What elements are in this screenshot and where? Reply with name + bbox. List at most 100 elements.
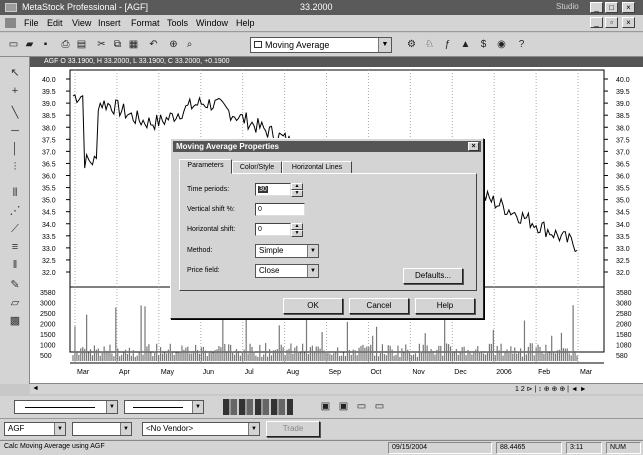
symbol-select[interactable]: AGF ▼ (4, 422, 66, 436)
price-field-select[interactable]: Close ▼ (255, 264, 319, 278)
zoom-icon[interactable]: ⌕ (182, 37, 197, 52)
new-icon[interactable]: ▭ (6, 37, 21, 52)
menu-window[interactable]: Window (196, 18, 228, 28)
binoculars-icon[interactable]: ◉ (494, 37, 509, 52)
system-tester-icon[interactable]: $ (476, 37, 491, 52)
time-periods-input[interactable]: 30 (255, 183, 291, 196)
cancel-button[interactable]: Cancel (349, 298, 409, 314)
tab-parameters[interactable]: Parameters (179, 159, 232, 174)
period-select[interactable]: ▼ (72, 422, 132, 436)
price-tick-label: 33.0 (616, 246, 630, 253)
line-weight-select[interactable]: ▼ (124, 400, 204, 414)
doc-minimize-button[interactable]: _ (590, 17, 603, 28)
explorer-icon[interactable]: ▲ (458, 37, 473, 52)
symbol-value: AGF (8, 424, 25, 433)
month-label: Apr (119, 369, 131, 376)
save-icon[interactable]: ▪ (38, 37, 53, 52)
tile-icon[interactable]: ▭ (354, 399, 369, 414)
chevron-down-icon: ▼ (307, 265, 318, 277)
indicator-icon (254, 41, 262, 48)
chart-scrollbar[interactable]: ◄ 1 2 ⊳ | ↕ ⊕ ⊕ ⊕ | ◄ ► (30, 383, 643, 394)
menu-format[interactable]: Format (131, 18, 160, 28)
chevron-down-icon: ▼ (248, 423, 259, 435)
eraser-icon[interactable]: ▱ (7, 295, 23, 311)
main-toolbar: ▭ ▰ ▪ ⎙ ▤ ✂ ⧉ ▦ ↶ ⊕ ⌕ Moving Average ▼ ⚙… (0, 33, 643, 57)
spin-up-icon: ▲ (291, 223, 303, 230)
vertical-line-icon[interactable]: │ (7, 141, 23, 157)
doc-icon[interactable] (5, 18, 16, 28)
horizontal-shift-spinner[interactable]: ▲ ▼ (291, 223, 303, 237)
target-icon[interactable]: ⊕ (166, 37, 181, 52)
menu-edit[interactable]: Edit (47, 18, 63, 28)
context-help-icon[interactable]: ? (514, 37, 529, 52)
indicator-builder-icon[interactable]: ⚙ (404, 37, 419, 52)
chevron-down-icon[interactable]: ▼ (378, 38, 391, 52)
doc-restore-button[interactable]: ▫ (605, 17, 618, 28)
print-icon[interactable]: ⎙ (58, 37, 73, 52)
month-label: Oct (370, 369, 381, 376)
trendline-icon[interactable]: ╲ (7, 105, 23, 121)
volume-tick-label: 1580 (616, 332, 632, 339)
price-tick-label: 40.0 (616, 77, 630, 84)
copy-icon[interactable]: ⧉ (110, 37, 125, 52)
method-select[interactable]: Simple ▼ (255, 244, 319, 258)
print-preview-icon[interactable]: ▤ (74, 37, 89, 52)
line-style-select[interactable]: ▼ (14, 400, 118, 414)
pencil-icon[interactable]: ✎ (7, 277, 23, 293)
app-icon[interactable] (5, 3, 17, 12)
dialog-close-button[interactable]: × (468, 142, 479, 151)
scroll-left-icon[interactable]: ◄ (32, 385, 39, 392)
layout-icon[interactable]: ▣ (336, 399, 351, 414)
vendor-select[interactable]: <No Vendor> ▼ (142, 422, 260, 436)
doc-close-button[interactable]: × (622, 17, 635, 28)
menu-help[interactable]: Help (236, 18, 255, 28)
menu-view[interactable]: View (72, 18, 91, 28)
price-tick-label: 39.5 (616, 89, 630, 96)
indicator-combo[interactable]: Moving Average ▼ (250, 37, 392, 53)
chevron-down-icon: ▼ (192, 401, 203, 413)
cascade-icon[interactable]: ▭ (372, 399, 387, 414)
chart-icon[interactable]: ▣ (318, 399, 333, 414)
spin-down-icon: ▼ (291, 230, 303, 237)
close-button[interactable]: × (622, 2, 635, 13)
dialog-title-bar: Moving Average Properties × (173, 141, 481, 152)
defaults-button[interactable]: Defaults... (403, 268, 463, 284)
menu-insert[interactable]: Insert (98, 18, 121, 28)
vertical-shift-input[interactable]: 0 (255, 203, 305, 216)
open-icon[interactable]: ▰ (22, 37, 37, 52)
price-tick-label-left: 33.0 (42, 246, 56, 253)
pointer-icon[interactable]: ↖ (7, 65, 23, 81)
horizontal-line-icon[interactable]: ─ (7, 123, 23, 139)
expert-icon[interactable]: ♘ (422, 37, 437, 52)
menu-file[interactable]: File (24, 18, 39, 28)
ok-button[interactable]: OK (283, 298, 343, 314)
trade-button[interactable]: Trade (266, 421, 320, 437)
zoom-controls[interactable]: 1 2 ⊳ | ↕ ⊕ ⊕ ⊕ | ◄ ► (515, 385, 587, 393)
month-label: Mar (77, 369, 90, 376)
cycle-lines-icon[interactable]: ⫶ (7, 159, 23, 175)
price-tick-label: 38.5 (616, 113, 630, 120)
horizontal-shift-input[interactable]: 0 (255, 223, 291, 236)
volume-tick-label-left: 3000 (40, 301, 56, 308)
month-label: 2006 (496, 369, 512, 376)
price-tick-label: 33.5 (616, 234, 630, 241)
help-button[interactable]: Help (415, 298, 475, 314)
function-icon[interactable]: ƒ (440, 37, 455, 52)
grid-icon[interactable]: ▩ (7, 313, 23, 329)
crosshair-icon[interactable]: + (7, 83, 23, 99)
paste-icon[interactable]: ▦ (126, 37, 141, 52)
menu-tools[interactable]: Tools (167, 18, 188, 28)
cut-icon[interactable]: ✂ (94, 37, 109, 52)
time-periods-spinner[interactable]: ▲ ▼ (291, 183, 303, 197)
gann-icon[interactable]: ‖ (7, 257, 23, 273)
speed-lines-icon[interactable]: ⋰ (7, 203, 23, 219)
maximize-button[interactable]: □ (605, 2, 618, 13)
channel-icon[interactable]: ⫴ (7, 185, 23, 201)
fan-icon[interactable]: ⟋ (7, 221, 23, 237)
price-tick-label-left: 38.5 (42, 113, 56, 120)
status-num: NUM (606, 442, 641, 454)
minimize-button[interactable]: _ (590, 2, 603, 13)
undo-icon[interactable]: ↶ (146, 37, 161, 52)
fibonacci-icon[interactable]: ≡ (7, 239, 23, 255)
color-palette[interactable] (223, 399, 293, 415)
